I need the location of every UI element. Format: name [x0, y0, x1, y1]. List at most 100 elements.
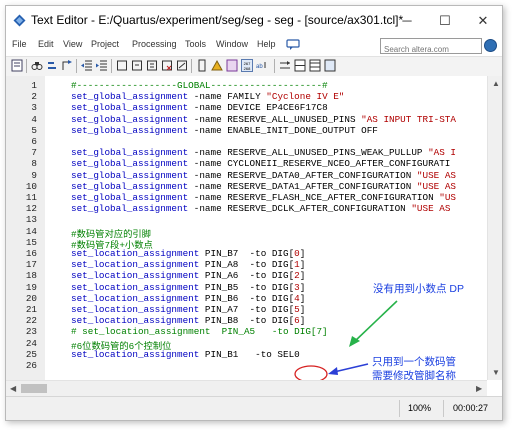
- code-token: ]: [299, 304, 306, 315]
- code-token: PIN_B7 -to DIG[: [199, 248, 295, 259]
- quartus-app-icon: [13, 14, 26, 27]
- code-keyword: set_location_assignment: [71, 315, 200, 327]
- line-number: 8: [31, 158, 37, 170]
- help-chat-icon[interactable]: [286, 39, 300, 51]
- split-view-icon[interactable]: [279, 59, 291, 72]
- code-token: PIN_B1 -to SEL0: [199, 348, 300, 360]
- menu-file[interactable]: File: [12, 39, 27, 49]
- code-line: set_global_assignment -name RESERVE_ALL_…: [71, 114, 456, 125]
- code-token: PIN_A6 -to DIG[: [199, 270, 295, 282]
- line-number: 14: [25, 225, 37, 237]
- text-wrap-icon[interactable]: ab: [256, 59, 268, 72]
- menu-window[interactable]: Window: [216, 39, 248, 49]
- scroll-left-arrow-icon[interactable]: ◀: [10, 384, 16, 393]
- menu-bar: File Edit View Project Processing Tools …: [6, 36, 502, 57]
- insert-block-comment-icon[interactable]: [146, 59, 158, 72]
- scroll-right-arrow-icon[interactable]: ▶: [476, 384, 482, 393]
- line-number: 1: [31, 80, 37, 91]
- code-token: -name RESERVE_DATA0_AFTER_CONFIGURATION: [188, 169, 417, 181]
- vertical-scrollbar[interactable]: ▲ ▼: [487, 76, 502, 380]
- code-token: -name DEVICE EP4CE6F17C8: [188, 102, 328, 114]
- line-number: 20: [25, 292, 37, 304]
- close-button[interactable]: ✕: [464, 6, 502, 36]
- line-number: 13: [25, 214, 37, 226]
- text-editor-window: Text Editor - E:/Quartus/experiment/seg/…: [5, 5, 503, 421]
- toolbar-separator: [274, 59, 275, 73]
- save-file-icon[interactable]: [196, 59, 208, 72]
- line-number-267-icon[interactable]: 267268: [241, 59, 253, 72]
- line-number: 5: [31, 124, 37, 136]
- code-token: ]: [299, 259, 306, 271]
- tile-vertical-icon[interactable]: [309, 59, 321, 72]
- find-replace-icon[interactable]: [46, 59, 58, 72]
- window-title: Text Editor - E:/Quartus/experiment/seg/…: [31, 13, 404, 27]
- search-input[interactable]: [381, 42, 481, 57]
- decrease-indent-icon[interactable]: [81, 59, 93, 72]
- code-keyword: set_global_assignment: [71, 169, 189, 181]
- code-keyword: set_global_assignment: [71, 158, 189, 170]
- find-icon[interactable]: [31, 59, 43, 72]
- menu-edit[interactable]: Edit: [38, 39, 54, 49]
- code-token: ]: [299, 270, 306, 282]
- code-token: -name ENABLE_INIT_DONE_OUTPUT OFF: [188, 124, 378, 136]
- remove-comment-icon[interactable]: [161, 59, 173, 72]
- tile-horizontal-icon[interactable]: [294, 59, 306, 72]
- code-line: set_global_assignment -name RESERVE_ALL_…: [71, 147, 456, 158]
- full-window-icon[interactable]: [324, 59, 336, 72]
- horizontal-scroll-thumb[interactable]: [21, 384, 47, 393]
- code-token: -name FAMILY: [188, 91, 267, 103]
- code-keyword: set_location_assignment: [71, 270, 200, 282]
- code-keyword: set_global_assignment: [71, 91, 189, 103]
- minimize-button[interactable]: ─: [388, 6, 426, 36]
- menu-processing[interactable]: Processing: [132, 39, 177, 49]
- code-token: -name RESERVE_DATA1_AFTER_CONFIGURATION: [188, 180, 417, 192]
- comment-icon[interactable]: [116, 59, 128, 72]
- search-box[interactable]: [380, 38, 482, 57]
- globe-icon[interactable]: [484, 39, 497, 52]
- code-token: -name RESERVE_FLASH_NCE_AFTER_CONFIGURAT…: [188, 192, 440, 203]
- code-token: ]: [299, 281, 306, 293]
- line-number: 12: [25, 203, 37, 215]
- scroll-down-arrow-icon[interactable]: ▼: [492, 368, 500, 377]
- code-keyword: set_global_assignment: [71, 102, 189, 114]
- uncomment-icon[interactable]: [131, 59, 143, 72]
- code-line: #------------------GLOBAL---------------…: [71, 80, 328, 91]
- line-number-gutter: 1 2 3 4 5 6 7 8 9 10 11 12 13 14 15 16 17 18 19 20 21 22 23 24 2…: [6, 76, 45, 380]
- code-line: set_global_assignment -name CYCLONEII_RE…: [71, 158, 450, 169]
- line-number: 4: [31, 113, 37, 125]
- code-keyword: set_location_assignment: [71, 281, 200, 293]
- menu-help[interactable]: Help: [257, 39, 276, 49]
- line-number: 2: [31, 91, 37, 103]
- code-token: PIN_B8 -to DIG[: [199, 315, 295, 327]
- compile-icon[interactable]: [211, 59, 223, 72]
- status-separator: [443, 400, 444, 417]
- increase-indent-icon[interactable]: [96, 59, 108, 72]
- code-string: "USE AS: [416, 180, 456, 192]
- scroll-up-arrow-icon[interactable]: ▲: [492, 79, 500, 88]
- line-number: 17: [25, 259, 37, 271]
- code-line: set_location_assignment PIN_B7 -to DIG[0…: [71, 248, 305, 259]
- horizontal-scrollbar[interactable]: ◀ ▶: [6, 380, 487, 396]
- code-keyword: set_global_assignment: [71, 203, 189, 215]
- line-number: 21: [25, 304, 37, 315]
- menu-project[interactable]: Project: [91, 39, 119, 49]
- go-to-line-icon[interactable]: [61, 59, 73, 72]
- code-keyword: set_global_assignment: [71, 180, 189, 192]
- line-number: 10: [25, 180, 37, 192]
- code-keyword: set_global_assignment: [71, 192, 189, 203]
- symbol-icon[interactable]: [226, 59, 238, 72]
- menu-view[interactable]: View: [63, 39, 82, 49]
- status-bar: 100% 00:00:27: [6, 396, 502, 420]
- code-editor[interactable]: 1 2 3 4 5 6 7 8 9 10 11 12 13 14 15 16 17 18 19 20 21 22 23 24 2…: [6, 76, 487, 380]
- menu-tools[interactable]: Tools: [185, 39, 206, 49]
- code-token: PIN_B5 -to DIG[: [199, 281, 295, 293]
- bookmark-icon[interactable]: [11, 59, 23, 72]
- annotation-one-digit-line1: 只用到一个数码管: [372, 356, 456, 368]
- insert-template-icon[interactable]: [176, 59, 188, 72]
- code-comment: # set_location_assignment PIN_A5 -to DIG…: [71, 326, 328, 338]
- code-text-area[interactable]: #------------------GLOBAL---------------…: [71, 76, 487, 380]
- editor-toolbar: 267 268 ab: [6, 56, 502, 77]
- maximize-button[interactable]: ☐: [426, 6, 464, 36]
- status-separator: [399, 400, 400, 417]
- title-bar[interactable]: Text Editor - E:/Quartus/experiment/seg/…: [6, 6, 502, 36]
